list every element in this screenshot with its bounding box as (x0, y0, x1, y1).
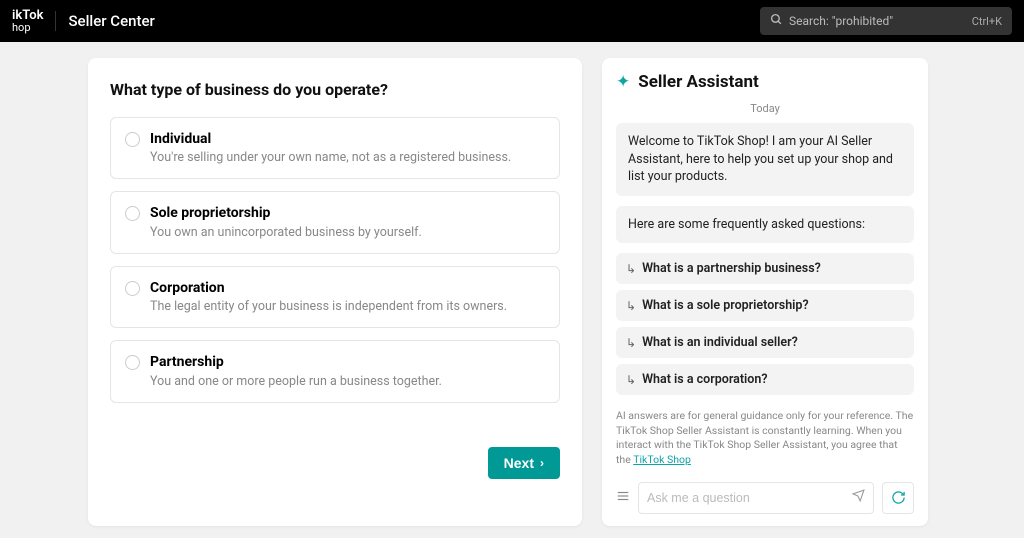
menu-icon[interactable] (616, 489, 630, 507)
radio-icon (125, 281, 140, 296)
faq-item[interactable]: ↳ What is a sole proprietorship? (616, 290, 914, 321)
reply-arrow-icon: ↳ (626, 373, 636, 387)
header-title: Seller Center (68, 12, 154, 30)
send-icon[interactable] (852, 489, 865, 506)
option-title: Individual (150, 130, 511, 148)
option-desc: The legal entity of your business is ind… (150, 299, 507, 315)
logo-line2: hop (12, 22, 43, 33)
radio-icon (125, 206, 140, 221)
assistant-title: Seller Assistant (638, 72, 759, 92)
option-sole-proprietorship[interactable]: Sole proprietorship You own an unincorpo… (110, 191, 560, 253)
radio-icon (125, 132, 140, 147)
top-header: ikTok hop Seller Center Search: "prohibi… (0, 0, 1024, 42)
search-shortcut: Ctrl+K (972, 15, 1002, 28)
question-title: What type of business do you operate? (110, 80, 560, 99)
faq-intro: Here are some frequently asked questions… (616, 206, 914, 244)
option-desc: You and one or more people run a busines… (150, 374, 442, 390)
sparkle-icon: ✦ (616, 72, 630, 92)
chevron-right-icon: › (540, 456, 544, 470)
tiktok-shop-logo: ikTok hop (12, 9, 43, 33)
faq-text: What is a partnership business? (642, 261, 821, 276)
faq-text: What is a sole proprietorship? (642, 298, 809, 313)
option-partnership[interactable]: Partnership You and one or more people r… (110, 340, 560, 402)
search-placeholder: Search: "prohibited" (789, 14, 893, 28)
welcome-message: Welcome to TikTok Shop! I am your AI Sel… (616, 123, 914, 196)
faq-item[interactable]: ↳ What is an individual seller? (616, 327, 914, 358)
search-icon (770, 13, 783, 30)
reply-arrow-icon: ↳ (626, 262, 636, 276)
date-label: Today (616, 102, 914, 115)
option-individual[interactable]: Individual You're selling under your own… (110, 117, 560, 179)
option-title: Corporation (150, 279, 507, 297)
chat-input-wrapper (638, 482, 874, 514)
option-title: Partnership (150, 353, 442, 371)
business-type-card: What type of business do you operate? In… (88, 58, 582, 526)
option-desc: You're selling under your own name, not … (150, 150, 511, 166)
reply-arrow-icon: ↳ (626, 299, 636, 313)
disclaimer-text: AI answers are for general guidance only… (616, 409, 914, 468)
search-bar[interactable]: Search: "prohibited" Ctrl+K (760, 7, 1012, 35)
radio-icon (125, 355, 140, 370)
next-button[interactable]: Next › (488, 447, 560, 479)
option-desc: You own an unincorporated business by yo… (150, 225, 422, 241)
divider (55, 11, 56, 31)
option-corporation[interactable]: Corporation The legal entity of your bus… (110, 266, 560, 328)
next-label: Next (504, 455, 534, 471)
refresh-button[interactable] (882, 482, 914, 514)
faq-text: What is an individual seller? (642, 335, 798, 350)
seller-assistant-panel: ✦ Seller Assistant Today Welcome to TikT… (602, 58, 928, 526)
faq-item[interactable]: ↳ What is a corporation? (616, 364, 914, 395)
reply-arrow-icon: ↳ (626, 336, 636, 350)
faq-text: What is a corporation? (642, 372, 767, 387)
faq-item[interactable]: ↳ What is a partnership business? (616, 253, 914, 284)
chat-input[interactable] (647, 491, 852, 505)
disclaimer-link[interactable]: TikTok Shop (633, 453, 691, 466)
option-title: Sole proprietorship (150, 204, 422, 222)
